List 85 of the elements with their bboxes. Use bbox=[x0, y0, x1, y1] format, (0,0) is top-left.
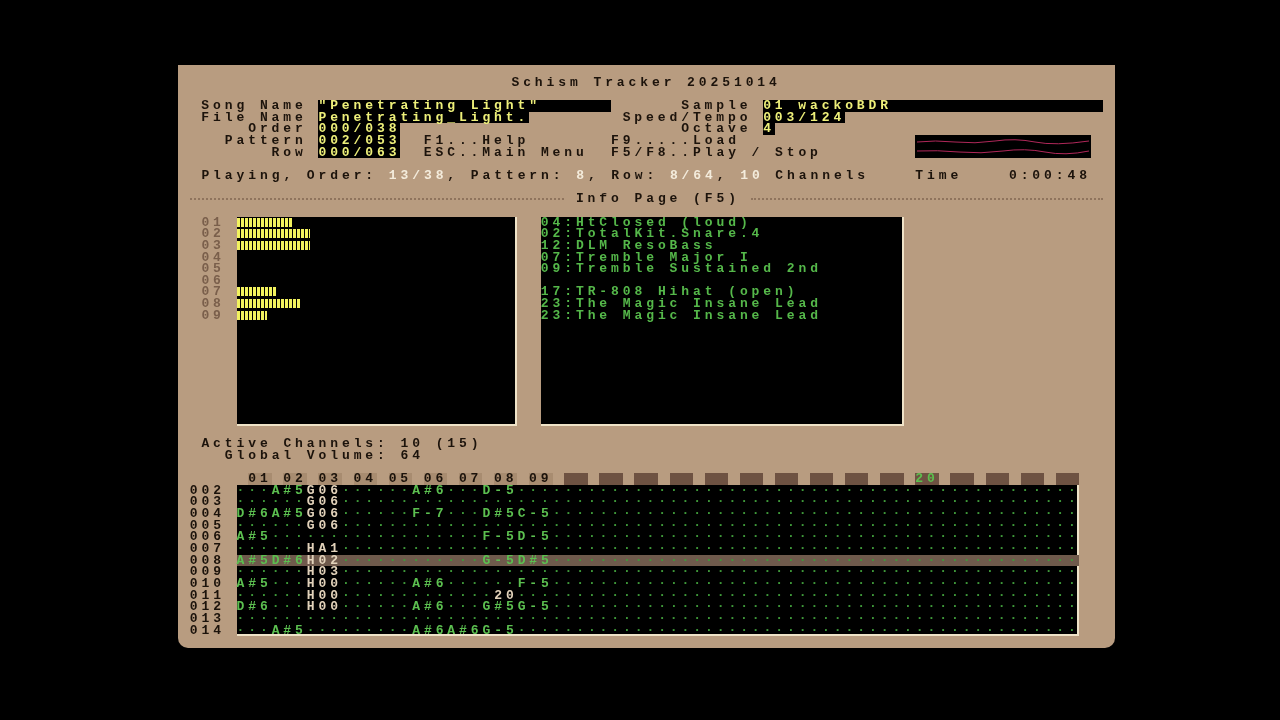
channel-header-block[interactable] bbox=[599, 472, 623, 485]
pattern-row: ········································································ bbox=[236, 612, 1080, 625]
row-number: 012 bbox=[189, 601, 225, 613]
pattern-row: D#6···H00······A#6···G#5 G-5············································· bbox=[236, 601, 1080, 613]
row-number: 002 bbox=[189, 484, 225, 497]
channel-header-block[interactable] bbox=[669, 472, 693, 485]
channel-header-block[interactable] bbox=[739, 472, 764, 485]
global-volume-text: Global Volume: 64 bbox=[224, 449, 425, 462]
row-number: 010 bbox=[189, 577, 225, 590]
channel-header-block[interactable] bbox=[704, 472, 729, 485]
sample-field[interactable]: 01 wackoBDR bbox=[763, 99, 1103, 112]
channel-number: 05 bbox=[201, 263, 225, 275]
channel-header-block[interactable] bbox=[1055, 472, 1080, 485]
channel-number: 03 bbox=[201, 239, 225, 252]
field-label: Order bbox=[248, 123, 307, 135]
instrument-line: 09:Tremble Sustained 2nd bbox=[540, 263, 823, 275]
channel-number: 04 bbox=[201, 251, 225, 264]
row-number: 005 bbox=[189, 519, 225, 532]
field-label: Sample bbox=[681, 99, 752, 112]
field-label: Pattern bbox=[224, 134, 307, 147]
pattern-row: ···A#5·········A#6 A#6 G-5················································ bbox=[236, 624, 1080, 637]
channel-header-block[interactable] bbox=[950, 472, 974, 485]
pattern-row: ······G06······························································· bbox=[236, 496, 1080, 508]
instrument-line: 02:TotalKit.Snare.4 bbox=[540, 228, 765, 240]
channel-header[interactable]: 03 bbox=[318, 472, 342, 485]
instrument-line: 12:DLM ResoBass bbox=[540, 239, 717, 252]
channel-number: 02 bbox=[201, 228, 225, 240]
row-number: 007 bbox=[189, 542, 225, 555]
instrument-line: 17:TR-808 Hihat (open) bbox=[540, 286, 799, 299]
row-number: 008 bbox=[189, 554, 225, 567]
instrument-line: 07:Tremble Major I bbox=[540, 251, 752, 264]
channel-number: 07 bbox=[201, 286, 225, 299]
channel-header[interactable]: 20 bbox=[915, 472, 939, 485]
channel-header[interactable]: 01 bbox=[248, 472, 272, 485]
page-title: Info Page (F5) bbox=[575, 193, 740, 205]
channel-header-block[interactable] bbox=[774, 472, 799, 485]
row-number: 006 bbox=[189, 531, 225, 543]
row-number: 011 bbox=[189, 589, 225, 602]
channel-header[interactable]: 09 bbox=[529, 472, 553, 485]
channel-number: 01 bbox=[201, 216, 225, 229]
instrument-line: 23:The Magic Insane Lead bbox=[540, 309, 823, 322]
channel-number: 08 bbox=[201, 298, 225, 310]
channel-header-block[interactable] bbox=[880, 472, 904, 485]
field-label: Row bbox=[271, 146, 307, 159]
field-label: Octave bbox=[681, 123, 752, 135]
order-field[interactable]: 000/038 bbox=[318, 123, 401, 135]
shortcut-hint: F5/F8..Play / Stop bbox=[611, 146, 823, 159]
pattern-row: ······HA1······························································· bbox=[236, 542, 1080, 555]
row-number: 009 bbox=[189, 566, 225, 578]
time-label: Time bbox=[915, 169, 964, 182]
window-title: Schism Tracker 20251014 bbox=[511, 76, 781, 89]
pattern-row: ······H03······························································· bbox=[236, 566, 1080, 578]
pattern-row: D#6 A#5 G06······F-7···D#5 C-5············································· bbox=[236, 507, 1080, 520]
channel-number: 06 bbox=[201, 274, 225, 287]
channel-header[interactable]: 05 bbox=[388, 472, 413, 485]
field-label: File Name bbox=[201, 111, 307, 124]
time-value: 0:00:48 bbox=[1008, 169, 1092, 182]
active-channels-text: Active Channels: 10 (15) bbox=[201, 438, 484, 450]
channel-header-block[interactable] bbox=[1020, 472, 1045, 485]
channel-header[interactable]: 02 bbox=[283, 472, 307, 485]
field-label: Song Name bbox=[201, 99, 307, 112]
song-name-field[interactable]: "Penetrating Light" bbox=[318, 99, 611, 112]
pattern-row: ······G06······························································· bbox=[236, 519, 1080, 532]
row-number: 014 bbox=[189, 624, 225, 637]
instrument-line: 04:HtClosed (loud) bbox=[540, 216, 752, 229]
pattern-row: ······H00·············20················································ bbox=[236, 589, 1080, 602]
channel-header[interactable]: 06 bbox=[423, 472, 448, 485]
pattern-row: ···A#5 G06······A#6···D-5················································ bbox=[236, 484, 1080, 497]
row-number: 004 bbox=[189, 507, 225, 520]
row-number: 013 bbox=[189, 612, 225, 625]
channel-header-block[interactable] bbox=[845, 472, 869, 485]
field-label: Speed/Tempo bbox=[622, 111, 752, 124]
channel-header-block[interactable] bbox=[809, 472, 834, 485]
shortcut-hint: F9.....Load bbox=[611, 134, 741, 147]
channel-header-block[interactable] bbox=[985, 472, 1009, 485]
channel-header[interactable]: 07 bbox=[458, 472, 483, 485]
channel-header-block[interactable] bbox=[634, 472, 658, 485]
channel-number: 09 bbox=[201, 309, 225, 322]
instrument-line: 23:The Magic Insane Lead bbox=[540, 298, 823, 310]
playback-status: Playing, Order: 13/38, Pattern: 8, Row: 8/64, 10 Channels bbox=[201, 169, 871, 182]
octave-field[interactable]: 4 bbox=[763, 123, 775, 135]
channel-header[interactable]: 04 bbox=[353, 472, 377, 485]
channel-header[interactable]: 08 bbox=[494, 472, 518, 485]
row-number: 003 bbox=[189, 496, 225, 508]
channel-header-block[interactable] bbox=[564, 472, 588, 485]
